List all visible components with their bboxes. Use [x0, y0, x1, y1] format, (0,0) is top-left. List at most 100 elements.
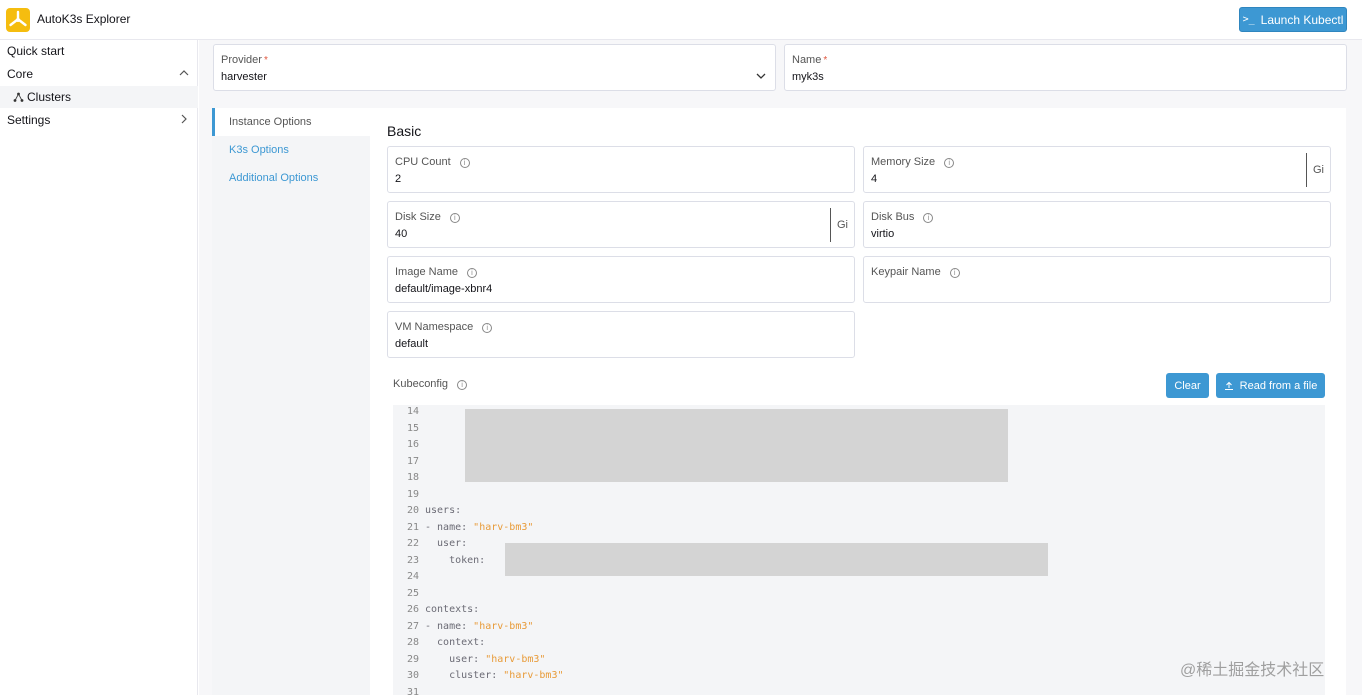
clear-button[interactable]: Clear — [1166, 373, 1209, 398]
section-title: Basic — [387, 123, 422, 139]
memory-unit: Gi — [1306, 153, 1330, 187]
line-number: 27 — [406, 620, 419, 632]
watermark: @稀土掘金技术社区 — [1180, 662, 1325, 679]
sidebar-item-quick-start[interactable]: Quick start — [0, 40, 198, 62]
sidebar-item-label: Settings — [7, 113, 51, 127]
info-icon[interactable]: i — [449, 213, 460, 223]
line-number: 28 — [406, 637, 419, 648]
name-value: myk3s — [792, 71, 824, 83]
yaml-string: "harv-bm3" — [485, 653, 546, 665]
line-number: 23 — [406, 554, 419, 566]
app-header: AutoK3s Explorer >_ Launch Kubectl — [0, 0, 1362, 40]
code-line: 19 — [393, 487, 1325, 503]
disk-size-label: Disk Size i — [395, 211, 460, 223]
options-tabs: Instance Options K3s Options Additional … — [212, 108, 370, 695]
launch-kubectl-button[interactable]: >_ Launch Kubectl — [1239, 7, 1347, 32]
yaml-key: user: — [425, 538, 468, 549]
tab-k3s-options[interactable]: K3s Options — [212, 136, 370, 164]
provider-label: Provider * — [221, 54, 268, 66]
kubeconfig-label: Kubeconfig i — [393, 378, 468, 390]
code-line: 21 - name: "harv-bm3" — [393, 520, 1325, 536]
provider-select[interactable]: Provider * harvester — [213, 44, 776, 91]
code-line: 26 contexts: — [393, 602, 1325, 618]
yaml-key: users: — [425, 505, 462, 516]
provider-value: harvester — [221, 71, 267, 83]
info-icon[interactable]: i — [482, 323, 493, 333]
line-number: 21 — [406, 521, 419, 533]
code-line: 20 users: — [393, 503, 1325, 519]
autok3s-logo-icon — [6, 8, 30, 32]
line-number: 26 — [406, 604, 419, 615]
memory-size-value: 4 — [871, 173, 878, 185]
sidebar: Quick start Core Clusters Settings — [0, 40, 198, 695]
vm-namespace-label: VM Namespace i — [395, 321, 493, 333]
keypair-name-input[interactable]: Keypair Name i — [863, 256, 1331, 303]
app-title: AutoK3s Explorer — [37, 12, 131, 26]
line-number: 20 — [406, 505, 419, 516]
redacted-token — [505, 543, 1048, 576]
info-icon[interactable]: i — [944, 158, 955, 168]
info-icon[interactable]: i — [459, 158, 470, 168]
yaml-key: - name: — [425, 521, 474, 533]
info-icon[interactable]: i — [457, 380, 468, 390]
chevron-up-icon — [179, 70, 189, 76]
tab-instance-options[interactable]: Instance Options — [212, 108, 370, 136]
image-name-input[interactable]: Image Name i default/image-xbnr4 — [387, 256, 855, 303]
yaml-string: "harv-bm3" — [503, 670, 564, 681]
sidebar-item-label: Core — [7, 67, 34, 81]
code-line: 28 context: — [393, 635, 1325, 651]
disk-bus-input[interactable]: Disk Bus i virtio — [863, 201, 1331, 248]
line-number: 14 — [406, 406, 419, 417]
info-icon[interactable]: i — [466, 268, 477, 278]
name-field[interactable]: Name * myk3s — [784, 44, 1347, 91]
line-number: 29 — [406, 653, 419, 665]
disk-unit: Gi — [830, 208, 854, 242]
launch-kubectl-label: Launch Kubectl — [1260, 12, 1344, 27]
line-number: 24 — [406, 571, 419, 582]
kubeconfig-editor[interactable]: 14 15 16 17 18 19 20 users: 21 - name: "harv-bm3"… — [393, 405, 1325, 695]
cluster-icon — [13, 92, 24, 102]
yaml-string: "harv-bm3" — [473, 620, 534, 632]
cpu-count-label: CPU Count i — [395, 156, 470, 168]
terminal-icon: >_ — [1242, 14, 1255, 25]
yaml-key: token: — [425, 554, 492, 566]
line-number: 16 — [406, 439, 419, 450]
cpu-count-input[interactable]: CPU Count i 2 — [387, 146, 855, 193]
image-name-value: default/image-xbnr4 — [395, 283, 493, 295]
disk-size-value: 40 — [395, 228, 408, 240]
line-number: 22 — [406, 538, 419, 549]
info-icon[interactable]: i — [923, 213, 934, 223]
yaml-string: "harv-bm3" — [473, 521, 534, 533]
line-number: 15 — [406, 422, 419, 434]
sidebar-item-label: Quick start — [7, 44, 65, 58]
code-line: 31 — [393, 685, 1325, 695]
redacted-block — [465, 409, 1008, 482]
code-line: 25 — [393, 586, 1325, 602]
line-number: 25 — [406, 587, 419, 599]
tab-additional-options[interactable]: Additional Options — [212, 164, 370, 192]
memory-size-input[interactable]: Memory Size i 4 Gi — [863, 146, 1331, 193]
info-icon[interactable]: i — [949, 268, 960, 278]
sidebar-item-settings[interactable]: Settings — [0, 109, 198, 131]
yaml-key: context: — [425, 637, 486, 648]
yaml-key: cluster: — [425, 670, 504, 681]
sidebar-item-clusters[interactable]: Clusters — [0, 86, 198, 108]
yaml-key: contexts: — [425, 604, 480, 615]
line-number: 17 — [406, 455, 419, 467]
vm-namespace-value: default — [395, 338, 429, 350]
name-label: Name * — [792, 54, 828, 66]
cpu-count-value: 2 — [395, 173, 402, 185]
vm-namespace-input[interactable]: VM Namespace i default — [387, 311, 855, 358]
chevron-down-icon — [756, 73, 766, 79]
line-number: 19 — [406, 488, 419, 500]
disk-bus-label: Disk Bus i — [871, 211, 934, 223]
sidebar-item-core[interactable]: Core — [0, 63, 198, 85]
read-from-file-button[interactable]: Read from a file — [1216, 373, 1325, 398]
line-number: 18 — [406, 472, 419, 483]
line-number: 31 — [406, 686, 419, 695]
code-line: 27 - name: "harv-bm3" — [393, 619, 1325, 635]
upload-icon — [1224, 381, 1233, 390]
disk-size-input[interactable]: Disk Size i 40 Gi — [387, 201, 855, 248]
disk-bus-value: virtio — [871, 228, 895, 240]
memory-size-label: Memory Size i — [871, 156, 955, 168]
